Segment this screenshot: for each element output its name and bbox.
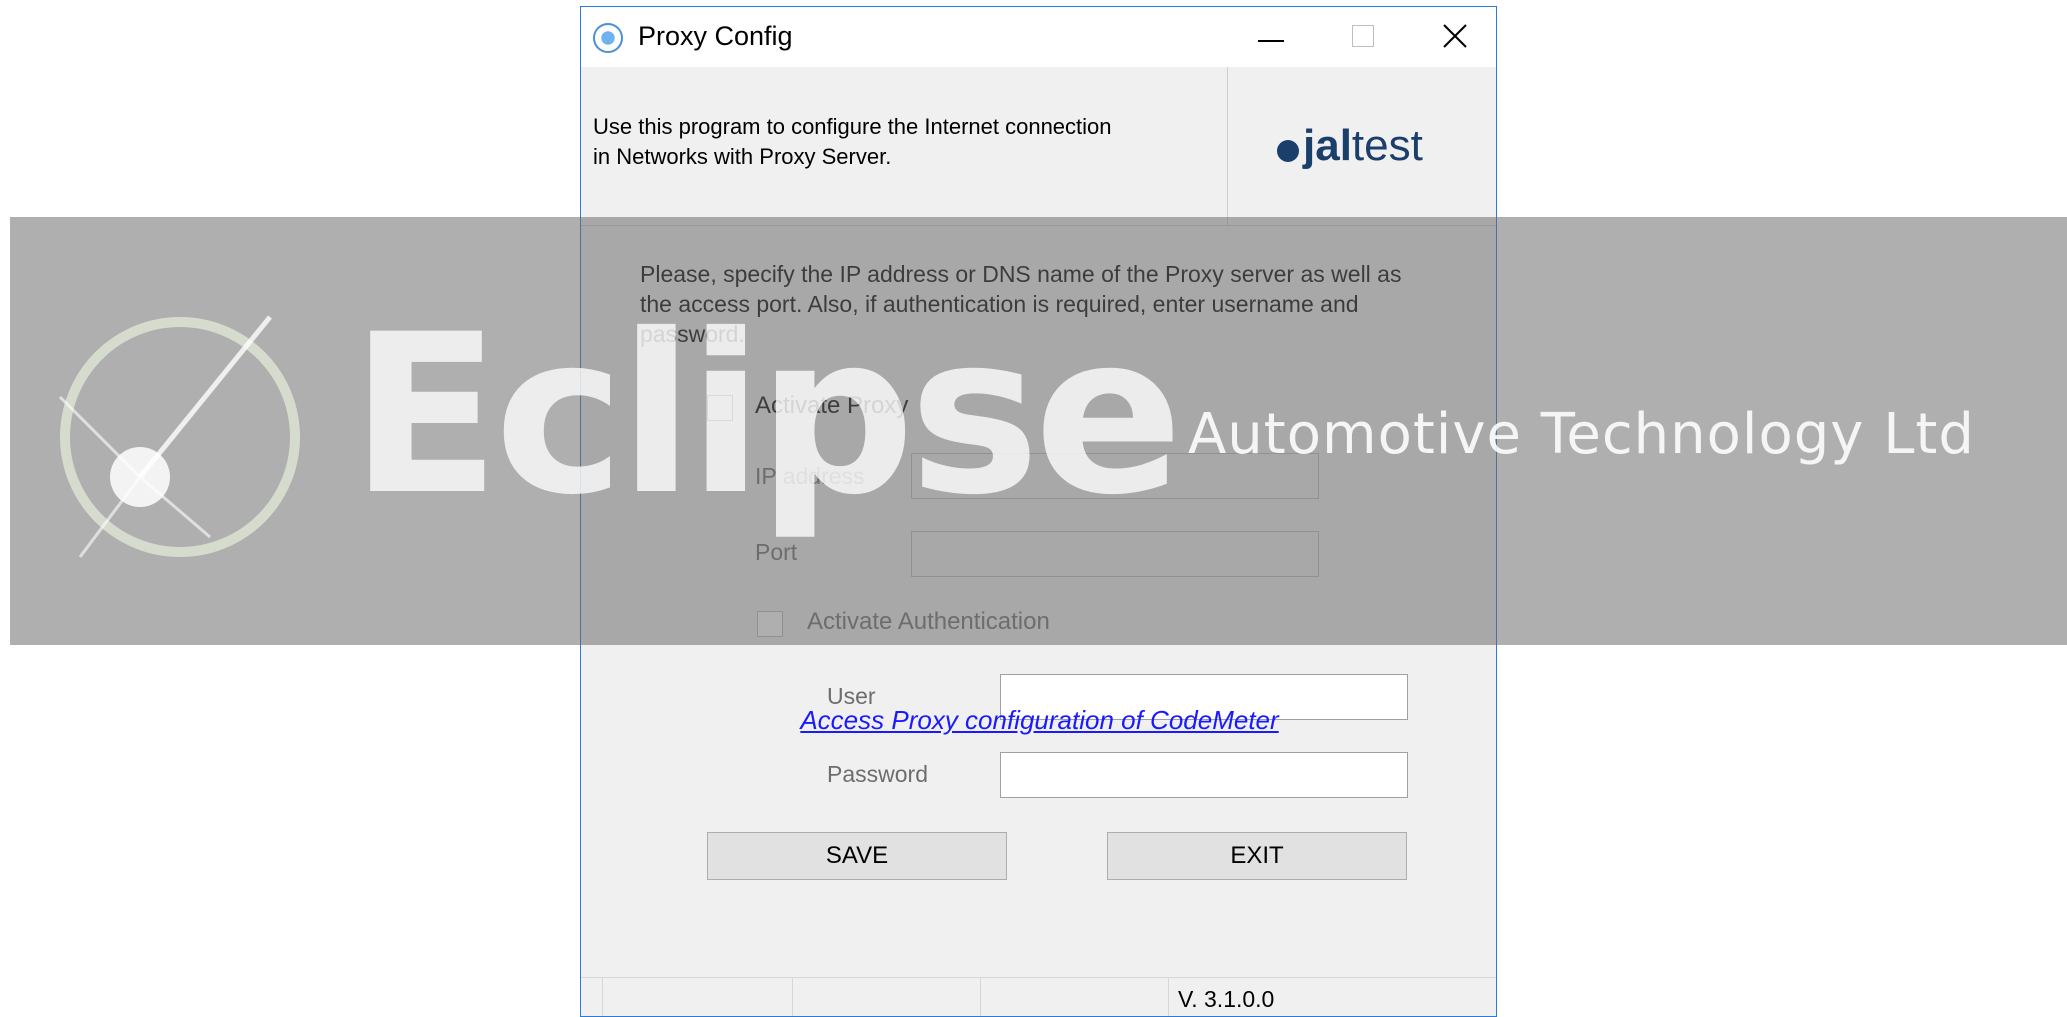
activate-proxy-checkbox[interactable] [707,395,733,421]
version-label: V. 3.1.0.0 [1178,986,1275,1012]
title-bar[interactable]: Proxy Config [581,7,1496,67]
instructions-text: Please, specify the IP address or DNS na… [640,261,1402,347]
status-cell-2 [792,978,793,1016]
password-field[interactable] [1000,752,1408,798]
maximize-button[interactable] [1317,7,1409,67]
logo-prefix: jal [1303,121,1352,170]
password-label: Password [827,761,928,787]
status-bar: V. 3.1.0.0 [581,977,1496,1016]
port-label: Port [755,539,798,565]
status-cell-4 [1168,978,1169,1016]
ip-address-field[interactable] [911,453,1319,499]
header-description: Use this program to configure the Intern… [593,114,1112,169]
save-button[interactable]: SAVE [707,832,1007,880]
minimize-button[interactable] [1225,7,1317,67]
proxy-config-window: Proxy Config Use this program to configu… [580,6,1497,1017]
starburst-icon [58,315,300,558]
close-icon [1443,24,1467,48]
jaltest-logo: jaltest [1277,121,1423,171]
port-field[interactable] [911,531,1319,577]
close-button[interactable] [1409,7,1496,67]
logo-suffix: test [1351,121,1423,170]
codemeter-proxy-link[interactable]: Access Proxy configuration of CodeMeter [581,705,1496,736]
status-cell-3 [980,978,981,1016]
logo-dot-icon [1277,140,1299,162]
header-panel: Use this program to configure the Intern… [581,67,1496,226]
window-title: Proxy Config [638,21,793,51]
status-cell-1 [602,978,603,1016]
activate-proxy-label[interactable]: Activate Proxy [755,392,908,420]
exit-button[interactable]: EXIT [1107,832,1407,880]
ip-address-label: IP address [755,463,865,489]
activate-authentication-label[interactable]: Activate Authentication [807,608,1050,636]
header-divider [1227,67,1228,225]
app-globe-icon [593,23,623,53]
activate-authentication-checkbox[interactable] [757,611,783,637]
